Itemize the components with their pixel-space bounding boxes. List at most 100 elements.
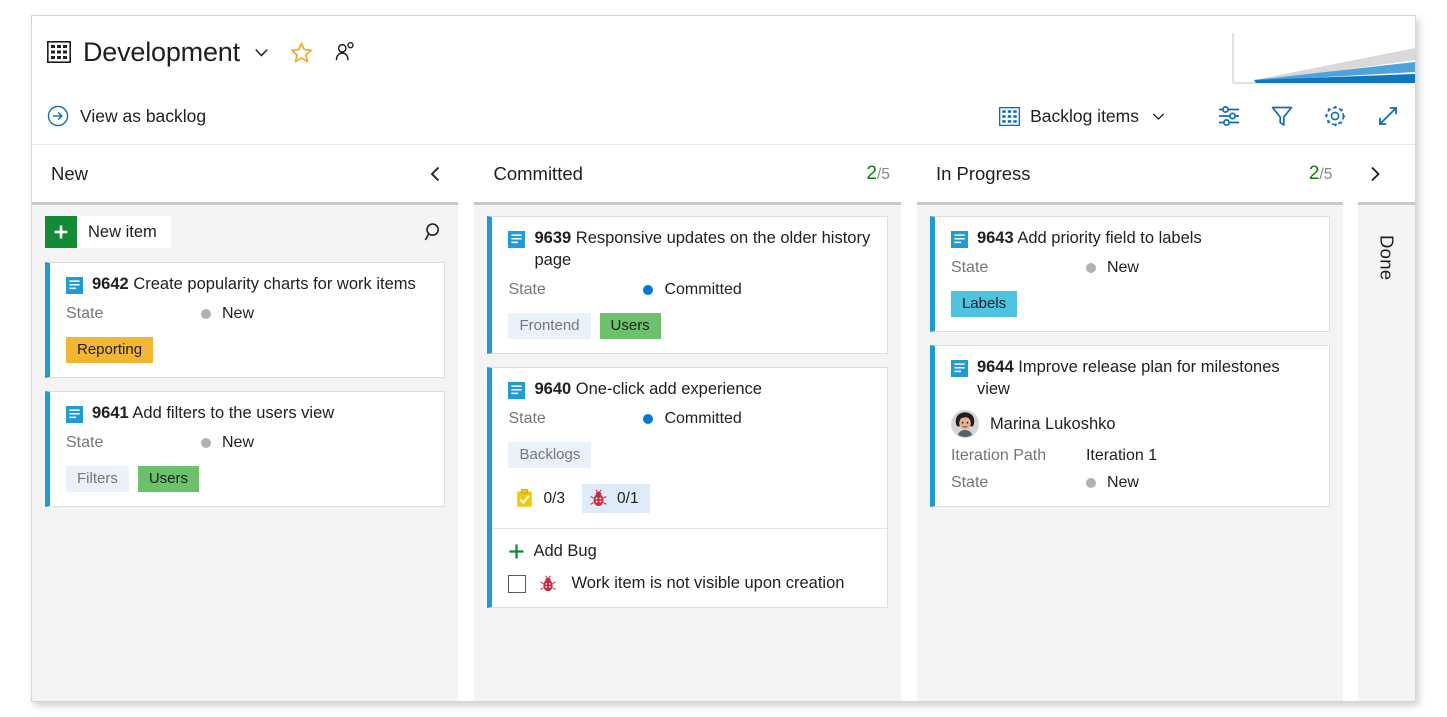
wip-current: 2 bbox=[866, 163, 877, 184]
collapse-column-icon[interactable] bbox=[425, 163, 447, 185]
card-title-row: 9644 Improve release plan for milestones… bbox=[951, 357, 1315, 401]
assignee-name: Marina Lukoshko bbox=[990, 415, 1116, 434]
card-title: 9641 Add filters to the users view bbox=[92, 403, 334, 425]
backlog-item-icon bbox=[508, 382, 525, 399]
bug-icon bbox=[589, 489, 608, 508]
chevron-down-icon[interactable] bbox=[252, 43, 271, 62]
checkbox-unchecked[interactable] bbox=[508, 575, 526, 593]
card-id: 9640 bbox=[534, 380, 571, 398]
command-bar-right: Backlog items bbox=[999, 103, 1401, 129]
field-label: State bbox=[951, 474, 1086, 492]
new-item-button[interactable]: New item bbox=[45, 216, 171, 248]
card-title-row: 9643 Add priority field to labels bbox=[951, 228, 1315, 250]
expand-column-icon[interactable] bbox=[1364, 163, 1386, 185]
column-wip-limit: 2/5 bbox=[1309, 163, 1333, 185]
card-title: 9642 Create popularity charts for work i… bbox=[92, 274, 416, 296]
column-body-done: Done bbox=[1358, 202, 1415, 701]
card-title: 9643 Add priority field to labels bbox=[977, 228, 1202, 250]
column-title: In Progress bbox=[936, 163, 1031, 185]
card-field-state: State Committed bbox=[508, 410, 872, 428]
task-counter[interactable]: 0/3 bbox=[508, 484, 576, 513]
field-value-text: New bbox=[1107, 259, 1139, 277]
backlog-level-label: Backlog items bbox=[1030, 106, 1139, 127]
avatar bbox=[951, 410, 979, 438]
card-assignee: Marina Lukoshko bbox=[951, 410, 1315, 438]
column-body-in-progress: 9643 Add priority field to labels State … bbox=[917, 202, 1343, 701]
wip-current: 2 bbox=[1309, 163, 1320, 184]
field-value: Iteration 1 bbox=[1086, 447, 1157, 465]
card-title-text: Responsive updates on the older history … bbox=[534, 229, 870, 269]
card-title-text: One-click add experience bbox=[576, 380, 762, 398]
field-value-text: New bbox=[222, 434, 254, 452]
board-card[interactable]: 9639 Responsive updates on the older his… bbox=[487, 216, 887, 354]
card-id: 9643 bbox=[977, 229, 1014, 247]
state-dot-icon bbox=[1086, 263, 1096, 273]
card-id: 9644 bbox=[977, 358, 1014, 376]
backlog-board-icon bbox=[47, 41, 71, 63]
column-title: Committed bbox=[493, 163, 582, 185]
column-title: Done bbox=[1376, 235, 1398, 701]
people-icon[interactable] bbox=[334, 41, 356, 63]
column-body-new: New item bbox=[32, 202, 458, 701]
gear-icon[interactable] bbox=[1322, 103, 1348, 129]
field-label: State bbox=[508, 410, 643, 428]
bug-counter[interactable]: 0/1 bbox=[582, 484, 650, 513]
new-bug-placeholder-text: Work item is not visible upon creation bbox=[571, 574, 844, 593]
search-icon[interactable] bbox=[423, 221, 445, 243]
tag[interactable]: Labels bbox=[951, 291, 1017, 317]
fullscreen-expand-icon[interactable] bbox=[1375, 103, 1401, 129]
bug-counter-text: 0/1 bbox=[617, 490, 639, 508]
task-counter-text: 0/3 bbox=[543, 490, 565, 508]
tag[interactable]: Reporting bbox=[66, 337, 153, 363]
card-title: 9639 Responsive updates on the older his… bbox=[534, 228, 872, 272]
column-header-in-progress: In Progress 2/5 bbox=[917, 146, 1343, 202]
card-child-counters: 0/3 bbox=[508, 484, 872, 513]
field-label: State bbox=[66, 305, 201, 323]
card-tags: Backlogs bbox=[508, 442, 872, 468]
arrow-right-circle-icon bbox=[47, 105, 69, 127]
board-card[interactable]: 9642 Create popularity charts for work i… bbox=[45, 262, 445, 378]
card-title-text: Create popularity charts for work items bbox=[133, 275, 415, 293]
card-title: 9644 Improve release plan for milestones… bbox=[977, 357, 1315, 401]
new-item-label: New item bbox=[77, 223, 171, 242]
card-title-row: 9640 One-click add experience bbox=[508, 379, 872, 401]
card-field-state: State New bbox=[66, 434, 430, 452]
tag[interactable]: Users bbox=[600, 313, 661, 339]
plus-icon bbox=[508, 543, 525, 560]
tag[interactable]: Frontend bbox=[508, 313, 590, 339]
column-header-committed: Committed 2/5 bbox=[474, 146, 900, 202]
board-card[interactable]: 9640 One-click add experience State Comm… bbox=[487, 367, 887, 608]
board-card[interactable]: 9641 Add filters to the users view State… bbox=[45, 391, 445, 507]
state-dot-icon bbox=[201, 438, 211, 448]
tag[interactable]: Filters bbox=[66, 466, 129, 492]
card-id: 9639 bbox=[534, 229, 571, 247]
board-card[interactable]: 9644 Improve release plan for milestones… bbox=[930, 345, 1330, 507]
board-column-new: New New it bbox=[32, 146, 458, 701]
column-wip-limit: 2/5 bbox=[866, 163, 890, 185]
new-bug-inline-row: Work item is not visible upon creation bbox=[508, 574, 872, 593]
backlog-board-icon bbox=[999, 107, 1020, 126]
tag[interactable]: Backlogs bbox=[508, 442, 591, 468]
field-value-text: Committed bbox=[664, 410, 741, 428]
field-value: Committed bbox=[643, 281, 741, 299]
state-dot-icon bbox=[643, 285, 653, 295]
state-dot-icon bbox=[643, 414, 653, 424]
command-bar: View as backlog bbox=[32, 88, 1415, 145]
star-icon[interactable] bbox=[290, 41, 313, 64]
board-settings-sliders-icon[interactable] bbox=[1216, 103, 1242, 129]
filter-funnel-icon[interactable] bbox=[1269, 103, 1295, 129]
state-dot-icon bbox=[201, 309, 211, 319]
wip-max: /5 bbox=[877, 166, 890, 183]
backlog-item-icon bbox=[66, 277, 83, 294]
view-as-backlog-button[interactable]: View as backlog bbox=[47, 105, 206, 127]
tag[interactable]: Users bbox=[138, 466, 199, 492]
card-title-text: Add priority field to labels bbox=[1017, 229, 1201, 247]
card-id: 9642 bbox=[92, 275, 129, 293]
add-bug-button[interactable]: Add Bug bbox=[508, 542, 872, 561]
backlog-level-picker[interactable]: Backlog items bbox=[999, 106, 1167, 127]
board-column-done[interactable]: Done bbox=[1358, 146, 1415, 701]
card-tags: Labels bbox=[951, 291, 1315, 317]
board-window: Development bbox=[31, 15, 1416, 702]
board-card[interactable]: 9643 Add priority field to labels State … bbox=[930, 216, 1330, 332]
field-value: New bbox=[1086, 474, 1139, 492]
